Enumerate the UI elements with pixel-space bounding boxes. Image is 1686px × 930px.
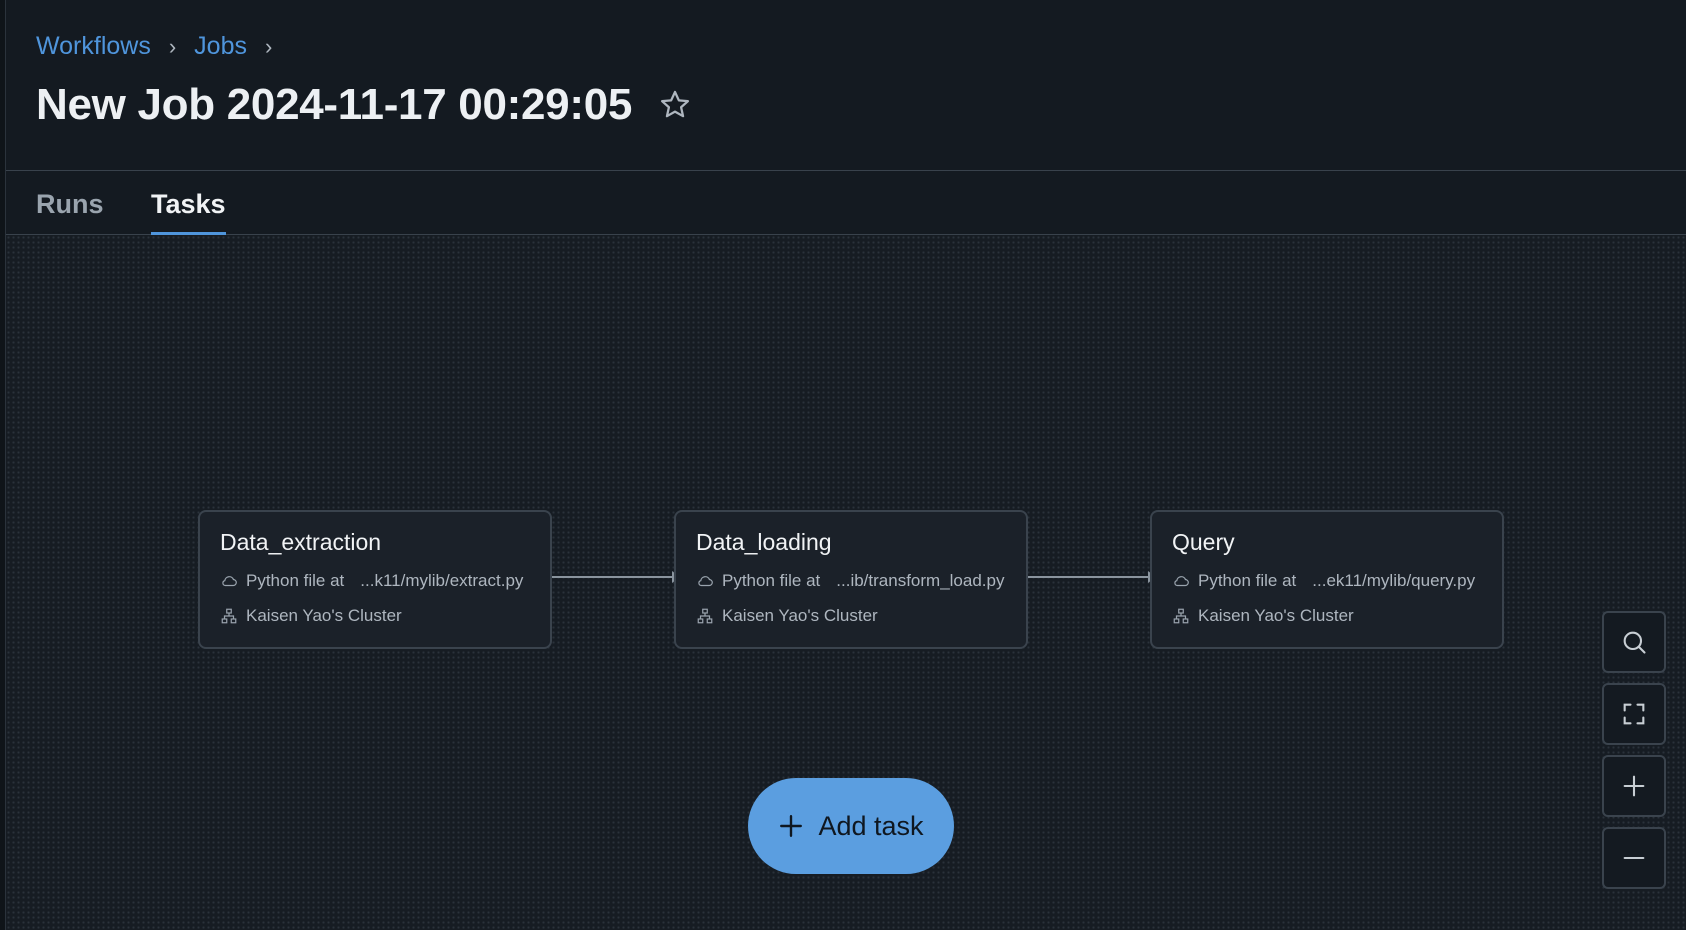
- file-label: Python file at: [246, 571, 345, 590]
- zoom-out-button[interactable]: [1602, 827, 1666, 889]
- task-name: Query: [1172, 529, 1235, 555]
- add-task-label: Add task: [818, 810, 924, 841]
- file-label: Python file at: [722, 571, 821, 590]
- task-graph-canvas[interactable]: Data_extraction Python file at ...k11/my…: [6, 235, 1686, 930]
- cloud-icon: [1174, 576, 1189, 587]
- task-name: Data_extraction: [220, 529, 382, 555]
- cloud-icon: [222, 576, 237, 587]
- breadcrumb-separator: ›: [168, 33, 177, 59]
- tab-tasks[interactable]: Tasks: [151, 189, 226, 237]
- task-card-data-loading[interactable]: Data_loading Python file at ...ib/transf…: [674, 510, 1028, 649]
- file-path: ...ek11/mylib/query.py: [1312, 571, 1476, 590]
- task-card-query[interactable]: Query Python file at ...ek11/mylib/query…: [1150, 510, 1504, 649]
- breadcrumb-workflows-link[interactable]: Workflows: [36, 32, 151, 61]
- cluster-icon: [697, 608, 713, 624]
- fit-view-icon: [1623, 703, 1645, 725]
- add-task-button[interactable]: Add task: [748, 778, 954, 874]
- task-file-row: Python file at ...ek11/mylib/query.py: [1172, 571, 1475, 591]
- file-path: ...k11/mylib/extract.py: [360, 571, 524, 590]
- task-cluster-row: Kaisen Yao's Cluster: [220, 606, 402, 626]
- star-icon[interactable]: [658, 88, 692, 122]
- task-name: Data_loading: [696, 529, 832, 555]
- breadcrumb: Workflows › Jobs ›: [36, 32, 290, 61]
- task-card-data-extraction[interactable]: Data_extraction Python file at ...k11/my…: [198, 510, 552, 649]
- cluster-icon: [1173, 608, 1189, 624]
- page-header: Workflows › Jobs › New Job 2024-11-17 00…: [6, 0, 1686, 171]
- dependency-arrow: [552, 571, 680, 583]
- tab-bar: Runs Tasks: [6, 171, 1686, 405]
- breadcrumb-jobs-link[interactable]: Jobs: [194, 32, 247, 61]
- task-cluster-row: Kaisen Yao's Cluster: [696, 606, 878, 626]
- plus-icon: [780, 815, 803, 837]
- zoom-in-icon: [1623, 775, 1645, 797]
- file-label: Python file at: [1198, 571, 1297, 590]
- breadcrumb-separator: ›: [264, 33, 273, 59]
- cluster-icon: [221, 608, 237, 624]
- cluster-name: Kaisen Yao's Cluster: [246, 606, 402, 625]
- fit-view-button[interactable]: [1602, 683, 1666, 745]
- zoom-in-button[interactable]: [1602, 755, 1666, 817]
- page-title: New Job 2024-11-17 00:29:05: [36, 80, 633, 129]
- title-row: New Job 2024-11-17 00:29:05: [36, 80, 692, 130]
- task-file-row: Python file at ...k11/mylib/extract.py: [220, 571, 523, 591]
- file-path: ...ib/transform_load.py: [836, 571, 1005, 590]
- cluster-name: Kaisen Yao's Cluster: [722, 606, 878, 625]
- search-tasks-button[interactable]: [1602, 611, 1666, 673]
- task-file-row: Python file at ...ib/transform_load.py: [696, 571, 1004, 591]
- cluster-name: Kaisen Yao's Cluster: [1198, 606, 1354, 625]
- tab-runs[interactable]: Runs: [36, 189, 104, 232]
- cloud-icon: [698, 576, 713, 587]
- dependency-arrow: [1028, 571, 1156, 583]
- zoom-out-icon: [1623, 856, 1645, 860]
- search-icon: [1623, 631, 1646, 654]
- task-cluster-row: Kaisen Yao's Cluster: [1172, 606, 1354, 626]
